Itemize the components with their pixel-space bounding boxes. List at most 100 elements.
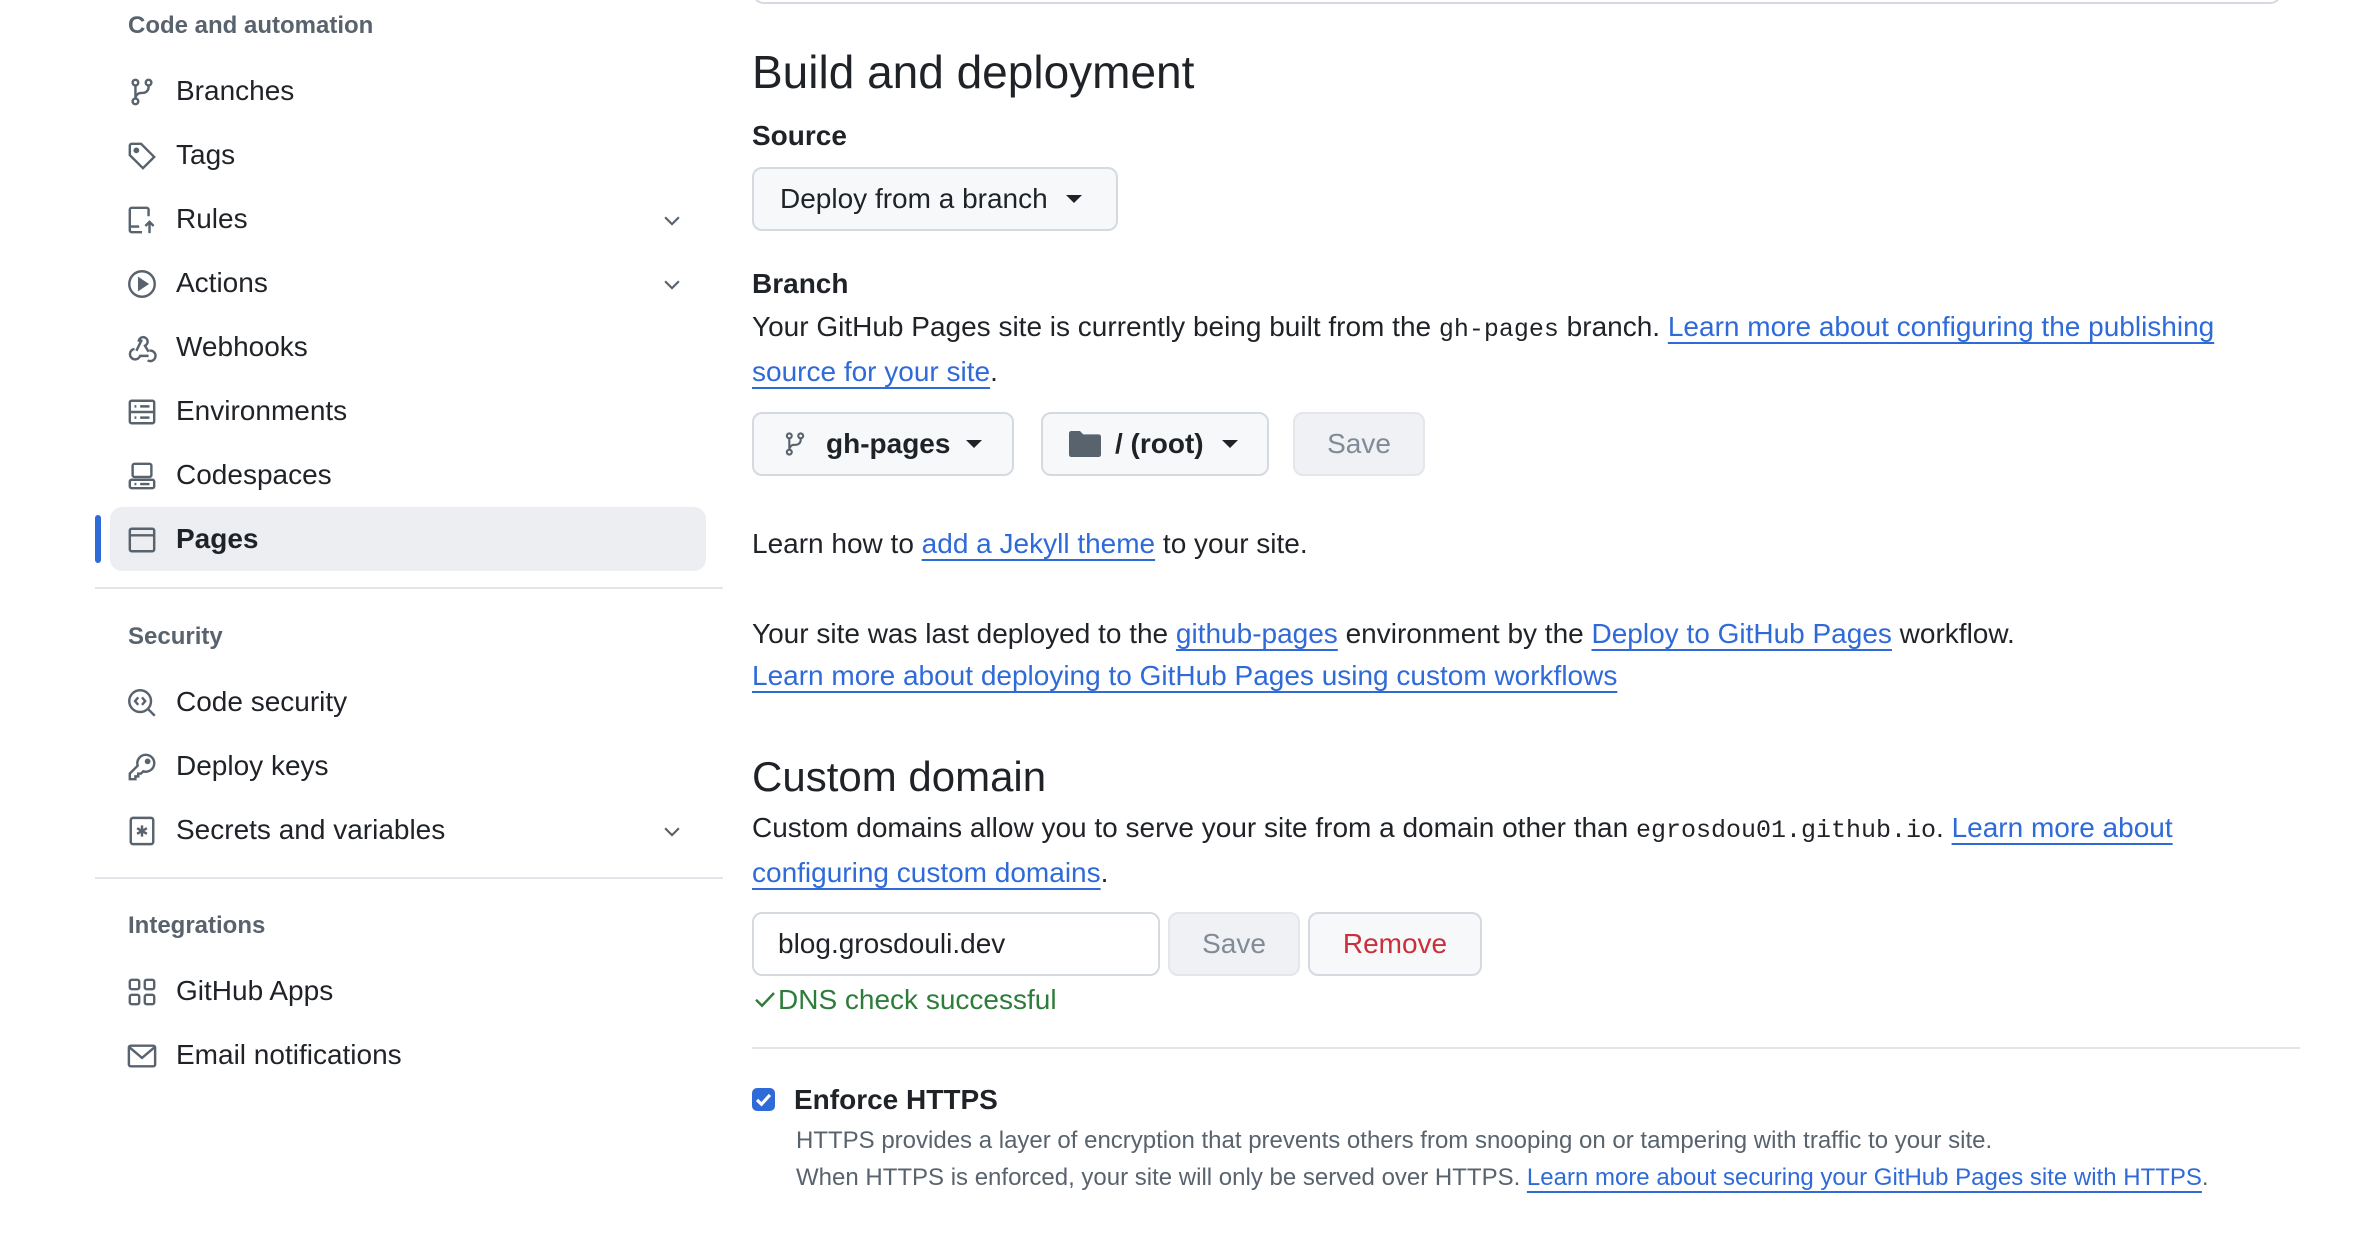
sidebar-item-label: Actions (176, 267, 268, 298)
enforce-https-checkbox[interactable] (752, 1088, 775, 1111)
key-asterisk-icon (127, 816, 157, 846)
sidebar-divider (95, 587, 723, 589)
dns-status-text: DNS check successful (778, 984, 1057, 1015)
publishing-source-link[interactable]: Learn more about configuring the publish… (1668, 311, 2214, 342)
jekyll-text: Learn how to (752, 528, 922, 559)
custom-domain-text: . (1936, 812, 1952, 843)
codespaces-icon (127, 461, 157, 491)
sidebar-item-label: Webhooks (176, 331, 308, 362)
sidebar-heading-security: Security (128, 623, 223, 650)
build-deployment-heading: Build and deployment (752, 46, 1195, 98)
securing-https-link[interactable]: Learn more about securing your GitHub Pa… (1527, 1164, 2202, 1191)
custom-domain-input[interactable]: blog.grosdouli.dev (752, 912, 1160, 976)
sidebar-divider (95, 877, 723, 879)
default-domain-code: egrosdou01.github.io (1635, 816, 1937, 845)
branch-text: branch. (1558, 311, 1668, 342)
sidebar-item-environments[interactable]: Environments (110, 379, 706, 443)
sidebar-item-label: Pages (176, 523, 259, 554)
sidebar-item-label: GitHub Apps (176, 975, 334, 1006)
sidebar-item-deploy-keys[interactable]: Deploy keys (110, 734, 706, 798)
https-text: When HTTPS is enforced, your site will o… (796, 1164, 1527, 1191)
sidebar-heading-code-automation: Code and automation (128, 12, 374, 39)
folder-select[interactable]: / (root) (1041, 412, 1269, 476)
custom-domains-link-cont[interactable]: configuring custom domains (752, 857, 1101, 888)
branch-text: Your GitHub Pages site is currently bein… (752, 311, 1439, 342)
sidebar-item-label: Environments (176, 395, 348, 426)
period: . (2201, 1164, 2209, 1191)
checkmark-icon (755, 1093, 772, 1107)
publishing-source-link-cont[interactable]: source for your site (752, 356, 990, 387)
caret-down-icon (966, 440, 983, 448)
https-enforced-description: When HTTPS is enforced, your site will o… (796, 1159, 2209, 1196)
branch-description: Your GitHub Pages site is currently bein… (752, 306, 2292, 393)
custom-workflows-link[interactable]: Learn more about deploying to GitHub Pag… (752, 660, 1617, 691)
sidebar-item-branches[interactable]: Branches (110, 59, 706, 123)
enforce-https-label[interactable]: Enforce HTTPS (794, 1082, 998, 1118)
server-icon (127, 397, 157, 427)
check-icon (752, 982, 778, 1008)
deployment-text: Your site was last deployed to the (752, 618, 1176, 649)
custom-domain-input-value: blog.grosdouli.dev (778, 928, 1006, 959)
apps-icon (127, 977, 157, 1007)
sidebar-item-label: Secrets and variables (176, 814, 446, 845)
https-description: HTTPS provides a layer of encryption tha… (796, 1127, 1993, 1154)
custom-domain-text: Custom domains allow you to serve your s… (752, 812, 1636, 843)
sidebar-item-rules[interactable]: Rules (110, 187, 706, 251)
sidebar-item-tags[interactable]: Tags (110, 123, 706, 187)
branch-select[interactable]: gh-pages (752, 412, 1014, 476)
period: . (1100, 857, 1109, 888)
sidebar-item-label: Rules (176, 203, 248, 234)
sidebar-heading-integrations: Integrations (128, 912, 266, 939)
jekyll-text: to your site. (1155, 528, 1308, 559)
git-branch-icon (782, 431, 808, 457)
custom-domains-link[interactable]: Learn more about (1952, 812, 2173, 843)
sidebar-item-pages[interactable]: Pages (110, 507, 706, 571)
play-circle-icon (127, 269, 157, 299)
custom-domain-heading: Custom domain (752, 753, 1047, 800)
source-label: Source (752, 120, 847, 151)
sidebar-item-code-security[interactable]: Code security (110, 670, 706, 734)
sidebar-item-label: Code security (176, 686, 348, 717)
sidebar-item-codespaces[interactable]: Codespaces (110, 443, 706, 507)
active-indicator (95, 515, 101, 563)
branch-save-button[interactable]: Save (1293, 412, 1425, 476)
deployment-text: environment by the (1337, 618, 1592, 649)
chevron-down-icon[interactable] (661, 273, 683, 295)
section-divider (752, 1047, 2300, 1049)
git-branch-icon (127, 77, 157, 107)
folder-icon (1069, 431, 1101, 457)
sidebar-item-label: Tags (176, 139, 236, 170)
key-icon (127, 752, 157, 782)
sidebar-item-webhooks[interactable]: Webhooks (110, 315, 706, 379)
sidebar-item-actions[interactable]: Actions (110, 251, 706, 315)
sidebar-item-label: Deploy keys (176, 750, 329, 781)
jekyll-theme-link[interactable]: add a Jekyll theme (922, 528, 1155, 559)
mail-icon (127, 1041, 157, 1071)
jekyll-line: Learn how to add a Jekyll theme to your … (752, 523, 1308, 565)
folder-select-value: / (root) (1115, 428, 1204, 459)
caret-down-icon (1065, 195, 1082, 203)
sidebar-item-label: Branches (176, 75, 295, 106)
tag-icon (127, 141, 157, 171)
remove-domain-button[interactable]: Remove (1308, 912, 1482, 976)
branch-code: gh-pages (1438, 315, 1559, 344)
sidebar-item-label: Codespaces (176, 459, 332, 490)
source-select-value: Deploy from a branch (780, 183, 1048, 214)
dns-check-status: DNS check successful (752, 980, 1057, 1020)
deploy-workflow-link[interactable]: Deploy to GitHub Pages (1592, 618, 1892, 649)
github-pages-environment-link[interactable]: github-pages (1176, 618, 1338, 649)
source-select[interactable]: Deploy from a branch (752, 167, 1118, 231)
chevron-down-icon[interactable] (661, 209, 683, 231)
branch-label: Branch (752, 268, 849, 299)
deployment-info: Your site was last deployed to the githu… (752, 613, 2015, 697)
sidebar-item-secrets-variables[interactable]: Secrets and variables (110, 798, 706, 862)
sidebar-item-email-notifications[interactable]: Email notifications (110, 1023, 706, 1087)
sidebar-item-github-apps[interactable]: GitHub Apps (110, 959, 706, 1023)
custom-domain-save-button[interactable]: Save (1168, 912, 1300, 976)
period: . (990, 356, 998, 387)
codescan-icon (127, 688, 157, 718)
chevron-down-icon[interactable] (661, 820, 683, 842)
custom-domain-description: Custom domains allow you to serve your s… (752, 807, 2292, 894)
caret-down-icon (1221, 440, 1238, 448)
webhook-icon (127, 333, 157, 363)
